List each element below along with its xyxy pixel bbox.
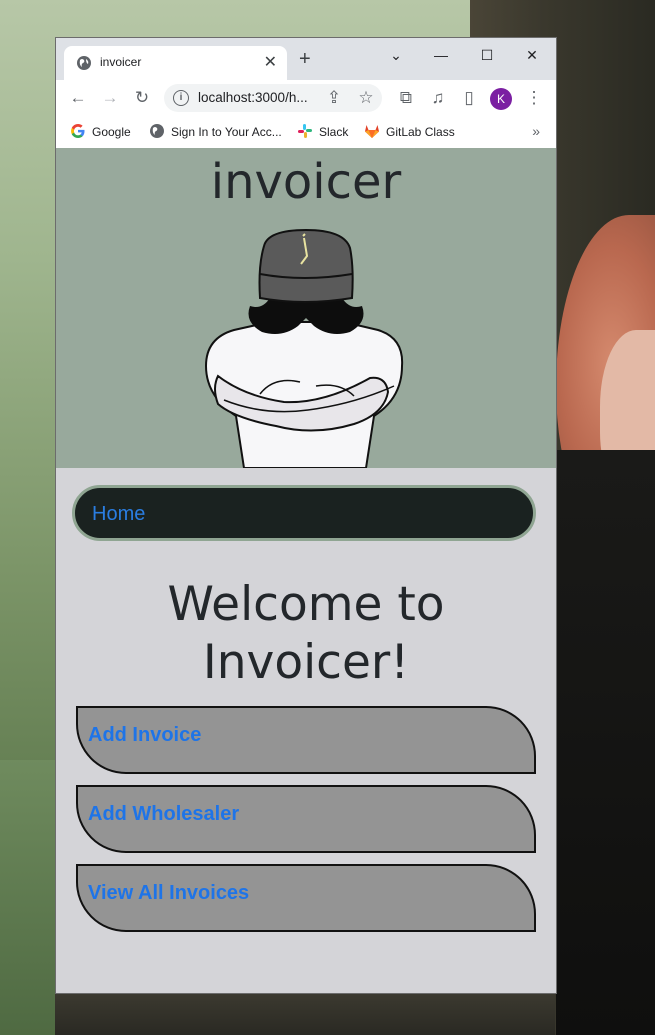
view-all-invoices-button[interactable]: View All Invoices (76, 864, 536, 932)
title-bar: invoicer ✕ + ⌄ — ☐ ✕ (56, 38, 556, 80)
bookmark-label: GitLab Class (386, 125, 455, 139)
add-invoice-button[interactable]: Add Invoice (76, 706, 536, 774)
address-bar[interactable]: i localhost:3000/h... (164, 84, 382, 112)
side-panel-icon[interactable]: ▯ (457, 86, 481, 110)
mascot-logo-image (204, 228, 404, 468)
close-window-icon[interactable]: ✕ (510, 42, 554, 68)
tab-search-chevron-icon[interactable]: ⌄ (374, 42, 418, 68)
reload-icon[interactable]: ↻ (130, 86, 154, 110)
bookmark-gitlab[interactable]: GitLab Class (364, 123, 455, 141)
bookmark-label: Google (92, 125, 131, 139)
add-invoice-label: Add Invoice (88, 724, 202, 746)
minimize-icon[interactable]: — (419, 42, 463, 68)
new-tab-icon[interactable]: + (299, 49, 311, 69)
wallpaper-person-dress (556, 450, 655, 1035)
add-wholesaler-label: Add Wholesaler (88, 803, 240, 825)
address-url: localhost:3000/h... (198, 90, 308, 105)
google-icon (71, 124, 85, 138)
bookmark-slack[interactable]: Slack (297, 123, 348, 141)
slack-icon (298, 124, 312, 138)
view-all-invoices-label: View All Invoices (88, 882, 250, 904)
tab-close-icon[interactable]: ✕ (264, 52, 277, 72)
welcome-heading-line2: Invoicer! (202, 635, 410, 690)
site-info-icon[interactable]: i (173, 90, 189, 106)
share-icon[interactable]: ⇪ (322, 86, 346, 110)
globe-icon (77, 56, 91, 70)
nav-home-link[interactable]: Home (92, 503, 145, 526)
navbar: Home (72, 485, 536, 541)
tab-title: invoicer (100, 55, 142, 69)
browser-toolbar: ← → ↻ i localhost:3000/h... ⇪ ☆ ⧉ ♫ ▯ K … (56, 80, 556, 116)
forward-icon[interactable]: → (98, 86, 122, 110)
bookmark-label: Slack (319, 125, 349, 139)
bookmark-star-icon[interactable]: ☆ (354, 86, 378, 110)
add-wholesaler-button[interactable]: Add Wholesaler (76, 785, 536, 853)
bookmark-sign-in[interactable]: Sign In to Your Acc... (149, 123, 282, 141)
bookmarks-bar: Google Sign In to Your Acc... Slack GitL… (56, 116, 556, 149)
wallpaper-grass (0, 760, 60, 1035)
maximize-icon[interactable]: ☐ (465, 42, 509, 68)
bookmark-google[interactable]: Google (70, 123, 131, 141)
profile-avatar[interactable]: K (490, 88, 512, 110)
browser-tab[interactable]: invoicer ✕ (64, 46, 287, 80)
back-icon[interactable]: ← (66, 86, 90, 110)
gitlab-icon (365, 125, 379, 138)
site-title: invoicer (210, 154, 402, 210)
menu-kebab-icon[interactable]: ⋮ (522, 86, 546, 110)
welcome-heading: Welcome to Invoicer! (56, 576, 556, 692)
page-content: invoicer Home Welcome to Invoicer! Add I… (56, 148, 556, 993)
wallpaper-ground (55, 993, 555, 1035)
welcome-heading-line1: Welcome to (167, 577, 445, 632)
globe-icon (150, 124, 164, 138)
hero-header: invoicer (56, 148, 556, 468)
media-controls-icon[interactable]: ♫ (426, 86, 450, 110)
browser-window: invoicer ✕ + ⌄ — ☐ ✕ ← → ↻ i localhost:3… (56, 38, 556, 993)
bookmarks-overflow-icon[interactable]: » (532, 123, 540, 139)
extensions-icon[interactable]: ⧉ (394, 86, 418, 110)
bookmark-label: Sign In to Your Acc... (171, 125, 282, 139)
